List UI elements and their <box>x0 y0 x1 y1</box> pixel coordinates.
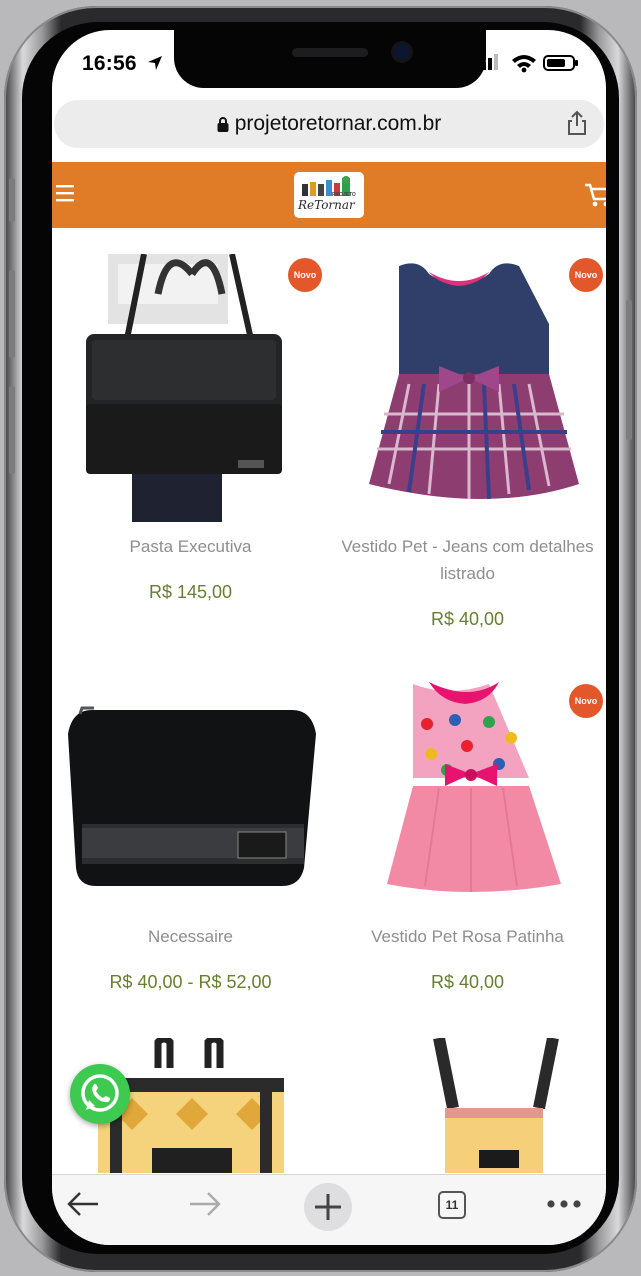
product-card[interactable]: Novo Vestido Pet Rosa Patinha R$ 40,00 <box>329 648 606 1038</box>
product-price: R$ 40,00 - R$ 52,00 <box>109 972 272 992</box>
whatsapp-icon <box>81 1074 119 1112</box>
volume-down-button <box>9 386 15 474</box>
back-icon[interactable] <box>66 1189 100 1219</box>
new-tab-button[interactable] <box>304 1183 352 1231</box>
product-name[interactable]: Pasta Executiva <box>52 533 329 560</box>
share-icon[interactable] <box>566 110 588 136</box>
logo-text: ReTornar <box>298 198 355 212</box>
lock-icon <box>217 117 229 132</box>
status-icons <box>482 54 578 73</box>
side-button <box>9 178 15 222</box>
menu-icon[interactable] <box>56 184 76 202</box>
location-arrow-icon <box>148 56 162 70</box>
status-bar: 16:56 <box>52 30 606 94</box>
browser-toolbar: 11 <box>52 1174 606 1245</box>
cart-icon[interactable] <box>584 182 606 208</box>
power-button <box>626 300 632 440</box>
address-bar[interactable]: projetoretornar.com.br <box>54 100 604 148</box>
product-card[interactable]: Novo Pasta Executiva R$ 145,00 <box>52 228 329 608</box>
product-price: R$ 145,00 <box>148 582 233 602</box>
product-card[interactable]: Necessaire R$ 40,00 - R$ 52,00 <box>52 648 329 1038</box>
product-price: R$ 40,00 <box>430 609 505 629</box>
site-header: PROJETO ReTornar <box>52 162 606 228</box>
product-image[interactable] <box>329 1038 606 1173</box>
battery-icon <box>543 55 578 71</box>
new-tab-icon <box>315 1194 341 1220</box>
volume-up-button <box>9 270 15 358</box>
product-card[interactable] <box>329 1038 606 1173</box>
tabs-icon[interactable]: 11 <box>438 1191 466 1219</box>
product-name[interactable]: Necessaire <box>52 923 329 950</box>
product-grid: Novo Pasta Executiva R$ 145,00 Novo Vest… <box>52 228 606 1173</box>
more-icon[interactable] <box>546 1199 582 1209</box>
product-price: R$ 40,00 <box>430 972 505 992</box>
product-image[interactable] <box>329 668 606 918</box>
wifi-icon <box>512 55 536 73</box>
product-name[interactable]: Vestido Pet - Jeans com detalhes listrad… <box>329 533 606 587</box>
signal-icon <box>482 54 498 70</box>
forward-icon[interactable] <box>188 1189 222 1219</box>
site-logo[interactable]: PROJETO ReTornar <box>294 172 364 218</box>
url-text: projetoretornar.com.br <box>234 112 442 135</box>
screen: 16:56 projetoretornar.com.br PROJETO ReT… <box>52 30 606 1245</box>
product-name[interactable]: Vestido Pet Rosa Patinha <box>329 923 606 950</box>
speaker <box>292 48 368 57</box>
new-badge: Novo <box>288 258 322 292</box>
whatsapp-button[interactable] <box>70 1064 130 1124</box>
url-display: projetoretornar.com.br <box>54 112 604 136</box>
product-image[interactable] <box>329 254 606 534</box>
new-badge: Novo <box>569 258 603 292</box>
product-image[interactable] <box>52 254 329 534</box>
product-image[interactable] <box>52 668 329 918</box>
new-badge: Novo <box>569 684 603 718</box>
product-card[interactable]: Novo Vestido Pet - Jeans com detalhes li… <box>329 228 606 648</box>
status-time: 16:56 <box>82 52 137 75</box>
camera <box>394 44 410 60</box>
notch <box>174 30 486 88</box>
